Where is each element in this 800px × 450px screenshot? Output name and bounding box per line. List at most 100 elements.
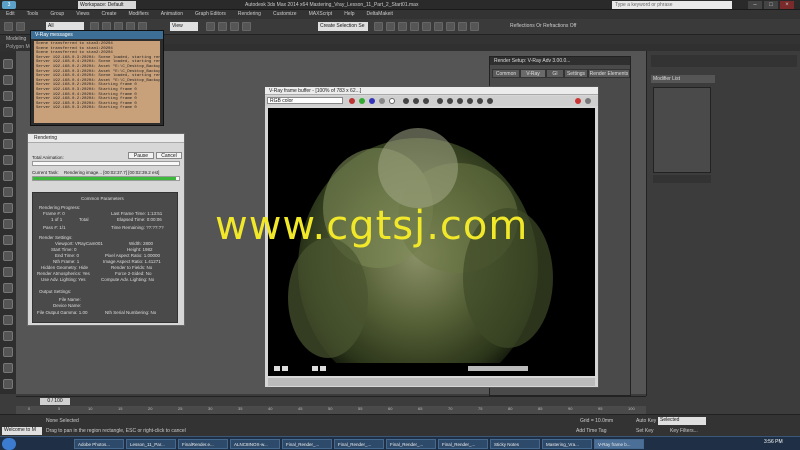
channel-select[interactable]: RGB color [267,97,343,104]
taskbar-item[interactable]: Final_Render_... [438,439,488,449]
key-filters-button[interactable]: Key Filters... [670,428,698,434]
ribbon-tab[interactable]: Modeling [0,35,32,44]
vray-messages-log[interactable]: Scene transferred to stan3:20204 Scene tr… [34,41,160,123]
viewport-icon[interactable] [3,187,13,197]
command-panel-tabs[interactable] [651,55,797,67]
viewport-icon[interactable] [3,347,13,357]
stop-render-icon[interactable] [575,98,581,104]
viewport-icon[interactable] [3,251,13,261]
viewport-icon[interactable] [3,267,13,277]
history-icon[interactable] [467,98,473,104]
viewport-icon[interactable] [3,363,13,373]
viewport-icon[interactable] [3,379,13,389]
close-icon[interactable]: × [780,1,794,9]
named-selection-select[interactable]: Create Selection Se [318,22,368,31]
material-editor-icon[interactable] [434,22,443,31]
lens-effects-icon[interactable] [477,98,483,104]
mono-icon[interactable] [389,98,395,104]
minimize-icon[interactable]: – [748,1,762,9]
taskbar-item[interactable]: ALNC8INOX-w... [230,439,280,449]
add-time-tag[interactable]: Add Time Tag [576,428,606,434]
maxscript-listener[interactable]: Welcome to M [2,427,42,435]
viewport-icon[interactable] [3,155,13,165]
menu-item[interactable]: Graph Editors [189,10,232,19]
mirror-icon[interactable] [374,22,383,31]
taskbar-item[interactable]: Lesson_11_Par... [126,439,176,449]
tab-common[interactable]: Common [492,69,520,78]
taskbar-item[interactable]: V-Ray frame b... [594,439,644,449]
start-icon[interactable] [2,438,16,450]
viewport-icon[interactable] [3,123,13,133]
workspace-select[interactable]: Workspace: Default [78,1,136,9]
track-bar[interactable]: 0 5 10 15 20 25 30 35 40 45 50 55 60 65 70 75 80 85 90 95 10… [16,406,646,414]
cancel-button[interactable]: Cancel [156,152,182,159]
menu-item[interactable]: Customize [267,10,303,19]
viewport-icon[interactable] [3,235,13,245]
modifier-list-select[interactable]: Modifier List [651,75,715,83]
app-logo-icon[interactable]: 3 [2,1,16,9]
alpha-channel-icon[interactable] [379,98,385,104]
viewport-icon[interactable] [3,139,13,149]
menu-item[interactable]: Rendering [232,10,267,19]
viewport-icon[interactable] [3,59,13,69]
menu-item[interactable]: MAXScript [303,10,339,19]
menu-item[interactable]: Help [338,10,360,19]
menu-item[interactable]: Group [44,10,70,19]
viewport-icon[interactable] [3,299,13,309]
percent-snap-icon[interactable] [242,22,251,31]
undo-icon[interactable] [4,22,13,31]
taskbar-item[interactable]: Mastering_Vra... [542,439,592,449]
viewport-icon[interactable] [3,75,13,85]
reference-coord-select[interactable]: View [170,22,198,31]
tab-vray[interactable]: V-Ray [520,69,546,78]
render-frame-icon[interactable] [458,22,467,31]
viewport-icon[interactable] [3,315,13,325]
taskbar-item[interactable]: Sticky Notes [490,439,540,449]
menu-item[interactable]: DeltaMakeit [361,10,399,19]
set-key-button[interactable]: Set Key [636,428,654,434]
taskbar-item[interactable]: Final_Render_... [334,439,384,449]
viewport-icon[interactable] [3,283,13,293]
viewport-icon[interactable] [3,203,13,213]
green-channel-icon[interactable] [359,98,365,104]
viewport-icon[interactable] [3,91,13,101]
stack-buttons[interactable] [653,175,711,183]
modifier-stack[interactable] [653,87,711,173]
link-inspector-icon[interactable] [457,98,463,104]
menu-item[interactable]: Tools [21,10,45,19]
red-channel-icon[interactable] [349,98,355,104]
render-setup-icon[interactable] [446,22,455,31]
viewport-icon[interactable] [3,171,13,181]
search-input[interactable]: Type a keyword or phrase [612,1,732,9]
tab-render-elements[interactable]: Render Elements [588,69,630,78]
menu-item[interactable]: Animation [155,10,189,19]
save-icon[interactable] [403,98,409,104]
pivot-icon[interactable] [206,22,215,31]
reflections-label[interactable]: Reflections Or Refractions Off [510,23,576,29]
track-mouse-icon[interactable] [437,98,443,104]
taskbar-item[interactable]: Final_Render_... [386,439,436,449]
pause-button[interactable]: Pause [128,152,154,159]
taskbar-item[interactable]: Adobe Photos... [74,439,124,449]
clear-icon[interactable] [423,98,429,104]
taskbar-item[interactable]: Final_Render_... [282,439,332,449]
selected-dropdown[interactable]: Selected [658,417,706,425]
maximize-icon[interactable]: □ [764,1,778,9]
menu-item[interactable]: Create [95,10,122,19]
curve-editor-icon[interactable] [410,22,419,31]
schematic-icon[interactable] [422,22,431,31]
align-icon[interactable] [386,22,395,31]
layer-icon[interactable] [398,22,407,31]
load-icon[interactable] [413,98,419,104]
blue-channel-icon[interactable] [369,98,375,104]
tab-gi[interactable]: GI [546,69,564,78]
viewport-icon[interactable] [3,219,13,229]
time-slider[interactable]: 0 / 100 [40,398,70,405]
tab-settings[interactable]: Settings [564,69,588,78]
render-last-icon[interactable] [585,98,591,104]
auto-key-button[interactable]: Auto Key [636,418,656,424]
menu-item[interactable]: Edit [0,10,21,19]
redo-icon[interactable] [16,22,25,31]
menu-item[interactable]: Modifiers [122,10,154,19]
viewport-icon[interactable] [3,107,13,117]
